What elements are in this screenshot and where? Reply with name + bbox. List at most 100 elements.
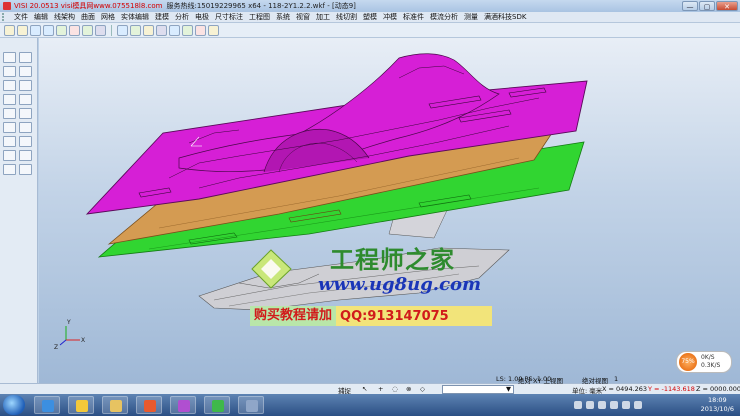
cube-shaded-icon[interactable] [19, 108, 32, 119]
snap-icon[interactable]: + [378, 385, 383, 393]
status-bar: 捕捉 ↖ + ◌ ⊗ ◇ ▼ LS: 1.00 PS: 1.00 绝对 XY 上… [0, 375, 740, 395]
save-as-icon[interactable] [43, 24, 54, 36]
menu-flow-analysis[interactable]: 模流分析 [427, 12, 461, 22]
open-folder-icon[interactable] [17, 24, 28, 36]
select-icon[interactable] [3, 52, 16, 63]
snap-icon[interactable]: ◇ [420, 385, 425, 393]
view-top-icon[interactable] [3, 80, 16, 91]
view-side-icon[interactable] [3, 94, 16, 105]
tray-icon[interactable] [610, 401, 618, 409]
menu-progress-die[interactable]: 冲模 [380, 12, 400, 22]
layer-hide-icon[interactable] [19, 136, 32, 147]
snap-icon[interactable]: ◌ [392, 385, 398, 393]
close-button[interactable]: ✕ [716, 1, 738, 11]
network-icon[interactable] [634, 401, 642, 409]
menu-sdk[interactable]: 满酒科技SDK [481, 12, 529, 22]
pan-icon[interactable] [143, 24, 154, 36]
menu-file[interactable]: 文件 [11, 12, 31, 22]
window-title-red: VISI 20.0513 visi模具网www.075518l8.com [14, 2, 163, 10]
taskbar-qq-icon[interactable] [68, 396, 94, 414]
zoom-window-icon[interactable] [117, 24, 128, 36]
menu-measure[interactable]: 测量 [461, 12, 481, 22]
cad-viewport[interactable]: Y X Z [39, 38, 740, 383]
menu-modeling[interactable]: 建模 [152, 12, 172, 22]
print-icon[interactable] [56, 24, 67, 36]
app-icon [3, 2, 11, 10]
menu-standard-parts[interactable]: 标准件 [400, 12, 427, 22]
attribute-icon[interactable] [19, 150, 32, 161]
tool-row [3, 122, 32, 133]
minimize-button[interactable]: — [682, 1, 698, 11]
select-filter-icon[interactable] [19, 52, 32, 63]
tray-icon[interactable] [598, 401, 606, 409]
net-speed-widget[interactable]: 75% 0K/S 0.3K/S [676, 351, 732, 373]
menu-system[interactable]: 系统 [273, 12, 293, 22]
taskbar-folder-icon[interactable] [102, 396, 128, 414]
taskbar-green-icon[interactable] [204, 396, 230, 414]
tool-row [3, 80, 32, 91]
refresh-icon[interactable] [95, 24, 106, 36]
undo-icon[interactable] [69, 24, 80, 36]
menu-mould[interactable]: 塑模 [360, 12, 380, 22]
menu-wire-cut[interactable]: 线切割 [333, 12, 360, 22]
hidden-line-icon[interactable] [195, 24, 206, 36]
arrow-right-icon[interactable] [19, 164, 32, 175]
y-coordinate: Y = -1143.618 [648, 385, 695, 393]
view-label: 绝对 XY 上视图 [518, 377, 564, 385]
view-iso-icon[interactable] [19, 94, 32, 105]
left-tool-panel [0, 38, 38, 383]
view2-value[interactable]: 1 [614, 375, 618, 383]
start-button-icon[interactable] [3, 395, 25, 415]
taskbar-ie-icon[interactable] [34, 396, 60, 414]
menu-mesh[interactable]: 网格 [98, 12, 118, 22]
tray-icon[interactable] [586, 401, 594, 409]
redo-icon[interactable] [82, 24, 93, 36]
layer-icon[interactable] [208, 24, 219, 36]
new-file-icon[interactable] [4, 24, 15, 36]
x-coordinate: X = 0494.263 [602, 385, 648, 393]
menu-drawing[interactable]: 工程图 [246, 12, 273, 22]
menu-machining[interactable]: 加工 [313, 12, 333, 22]
arrow-left-icon[interactable] [3, 164, 16, 175]
menu-wireframe[interactable]: 线架构 [51, 12, 78, 22]
volume-icon[interactable] [622, 401, 630, 409]
menu-edit[interactable]: 编辑 [31, 12, 51, 22]
command-input[interactable] [442, 385, 514, 394]
maximize-button[interactable]: ▢ [699, 1, 715, 11]
snap-icon[interactable]: ↖ [362, 385, 367, 393]
cube-icon[interactable] [3, 108, 16, 119]
window-controls: — ▢ ✕ [682, 1, 738, 11]
z-coordinate: Z = 0000.000 [696, 385, 740, 393]
box-select-icon[interactable] [3, 66, 16, 77]
section-icon[interactable] [19, 122, 32, 133]
download-rate: 0.3K/S [701, 362, 721, 369]
view-front-icon[interactable] [19, 80, 32, 91]
tray-icon[interactable] [574, 401, 582, 409]
menu-dimension[interactable]: 尺寸标注 [212, 12, 246, 22]
lasso-select-icon[interactable] [19, 66, 32, 77]
menu-electrode[interactable]: 电极 [192, 12, 212, 22]
taskbar-media-icon[interactable] [136, 396, 162, 414]
menu-surface[interactable]: 曲面 [78, 12, 98, 22]
clock-date: 2013/10/6 [700, 405, 734, 413]
tool-row [3, 136, 32, 147]
taskbar-tool-icon[interactable] [238, 396, 264, 414]
measure-icon[interactable] [3, 122, 16, 133]
layer-show-icon[interactable] [3, 136, 16, 147]
menu-analysis[interactable]: 分析 [172, 12, 192, 22]
shade-icon[interactable] [169, 24, 180, 36]
snap-icon[interactable]: ⊗ [406, 385, 411, 393]
menu-solid-edit[interactable]: 实体编辑 [118, 12, 152, 22]
clock-time: 18:09 [707, 396, 727, 404]
zoom-all-icon[interactable] [130, 24, 141, 36]
color-icon[interactable] [3, 150, 16, 161]
menu-view[interactable]: 视窗 [293, 12, 313, 22]
chevron-down-icon[interactable]: ▼ [506, 385, 511, 393]
wireframe-icon[interactable] [182, 24, 193, 36]
save-icon[interactable] [30, 24, 41, 36]
rotate-icon[interactable] [156, 24, 167, 36]
svg-text:X: X [81, 337, 85, 344]
clock[interactable]: 18:09 2013/10/6 [701, 396, 734, 414]
taskbar-visi-icon[interactable] [170, 396, 196, 414]
tool-row [3, 108, 32, 119]
